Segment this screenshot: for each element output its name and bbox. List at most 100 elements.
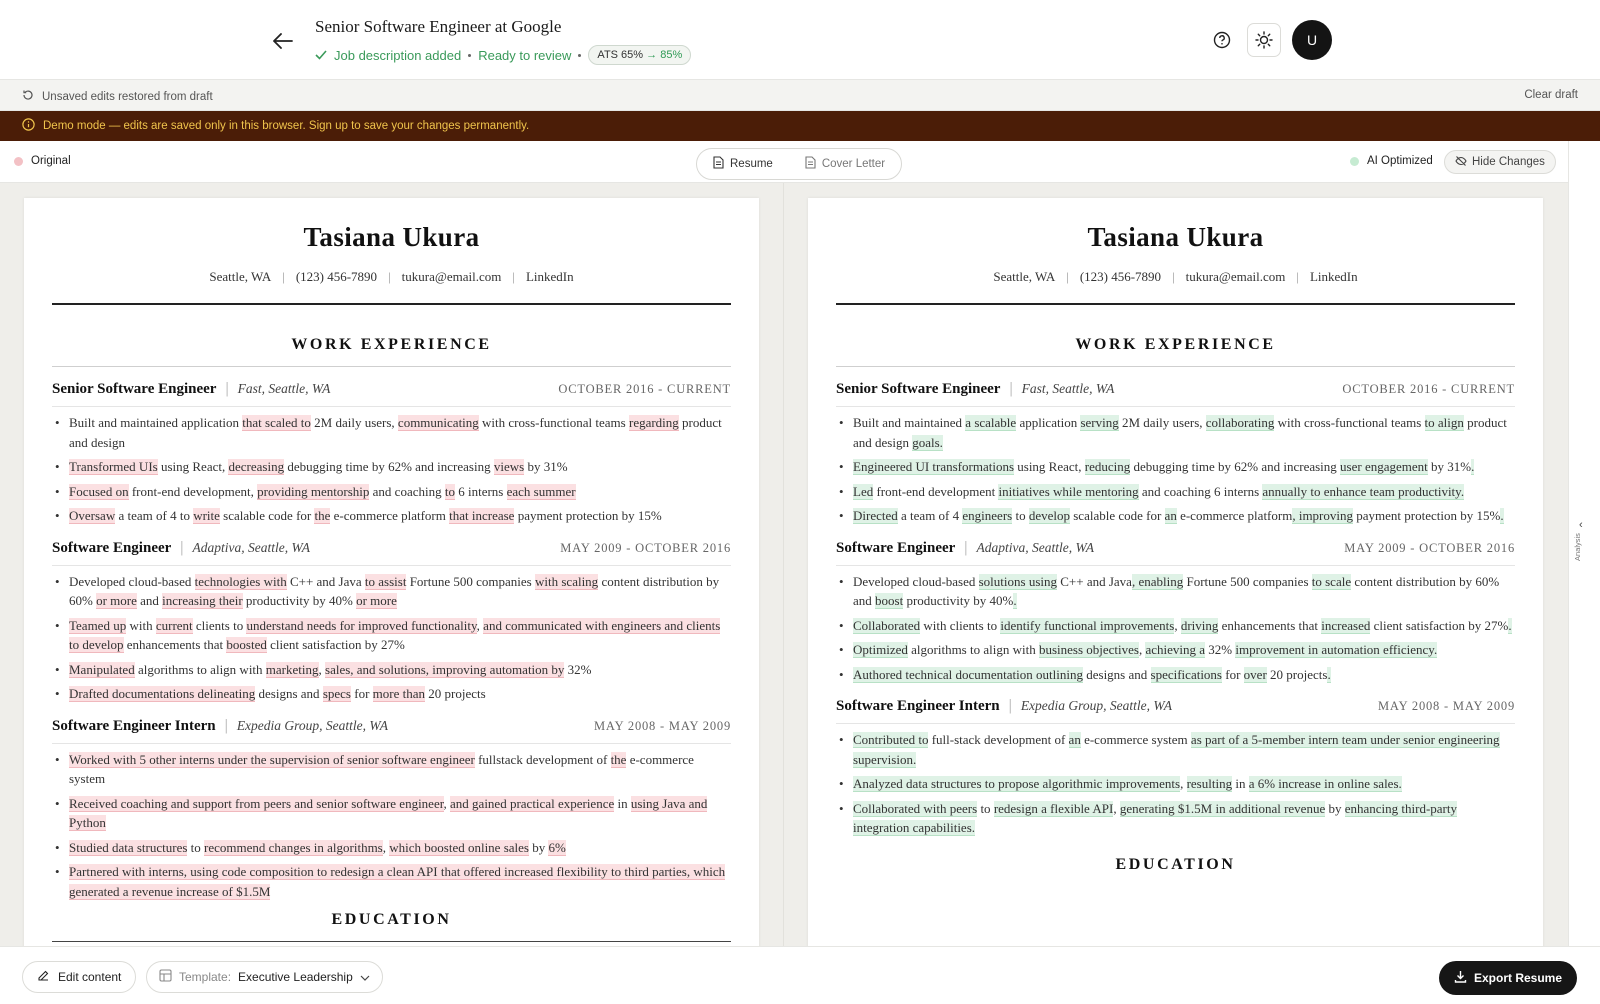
job-company: Expedia Group, Seattle, WA xyxy=(1020,698,1172,713)
bullet-text: 32% xyxy=(1205,642,1236,657)
contact-phone: (123) 456-7890 xyxy=(295,269,378,284)
removed-text: 6% xyxy=(548,839,566,856)
added-text: Collaborated xyxy=(853,617,921,634)
added-text: boost xyxy=(875,593,904,609)
bullet-text: debugging time by 62% and increasing xyxy=(1130,459,1341,474)
bullet-text: algorithms to align with xyxy=(907,642,1039,657)
bullet-text: clients to xyxy=(192,617,247,633)
bullet-text: enhancements that xyxy=(1218,617,1322,633)
bullet-text: 20 projects xyxy=(425,686,486,701)
back-arrow-icon[interactable] xyxy=(270,28,296,54)
bullet-text: designs and xyxy=(255,686,323,701)
job-bullets: Built and maintained a scalable applicat… xyxy=(836,413,1515,526)
check-icon xyxy=(315,48,327,63)
removed-text: Teamed up xyxy=(69,617,127,634)
original-pane: Tasiana Ukura Seattle, WA | (123) 456-7890… xyxy=(0,183,784,946)
added-text: an xyxy=(1164,508,1177,524)
removed-text: Transformed UIs xyxy=(69,459,158,475)
compare-toolbar: Original Resume Cover Letter AI Optimize… xyxy=(0,141,1568,183)
ats-arrow: → xyxy=(646,49,658,61)
hide-changes-button[interactable]: Hide Changes xyxy=(1444,150,1556,174)
contact-phone: (123) 456-7890 xyxy=(1079,269,1162,284)
bullet-text: scalable code for xyxy=(219,508,315,523)
template-select[interactable]: Template: Executive Leadership xyxy=(146,961,383,993)
bullet-text: payment protection by 15% xyxy=(514,508,662,523)
edit-content-button[interactable]: Edit content xyxy=(22,961,137,993)
export-resume-button[interactable]: Export Resume xyxy=(1439,961,1577,995)
avatar[interactable]: U xyxy=(1292,20,1332,60)
job-dates: MAY 2009 - OCTOBER 2016 xyxy=(1344,540,1515,555)
help-icon[interactable] xyxy=(1205,23,1239,57)
page-title: Senior Software Engineer at Google xyxy=(315,17,562,36)
draft-bar: Unsaved edits restored from draft Clear … xyxy=(0,80,1600,111)
removed-text: Partnered with interns, using code compo… xyxy=(69,864,726,900)
bullet-text: productivity by 40% xyxy=(242,593,357,608)
analysis-label: Analysis xyxy=(1573,533,1582,561)
job-bullet: Partnered with interns, using code compo… xyxy=(52,862,731,901)
template-icon xyxy=(159,969,172,985)
analysis-rail[interactable]: ‹ Analysis xyxy=(1568,141,1600,946)
clear-draft-button[interactable]: Clear draft xyxy=(1524,89,1578,101)
removed-text: Studied data structures xyxy=(69,839,188,856)
job-bullet: Developed cloud-based technologies with … xyxy=(52,572,731,611)
header-rule xyxy=(836,303,1515,305)
original-jobs: Senior Software Engineer | Fast, Seattle, … xyxy=(52,380,731,901)
job-title: Software Engineer xyxy=(52,539,172,556)
added-text: develop xyxy=(1028,508,1070,524)
added-text: collaborating xyxy=(1205,415,1275,431)
original-resume: Tasiana Ukura Seattle, WA | (123) 456-7890… xyxy=(24,198,759,946)
removed-text: increasing their xyxy=(162,593,243,609)
status-row: Job description added Ready to review AT… xyxy=(315,45,692,65)
job-bullet: Received coaching and support from peers… xyxy=(52,794,731,833)
job-company: Expedia Group, Seattle, WA xyxy=(236,717,388,733)
chevron-left-icon[interactable]: ‹ xyxy=(1579,519,1583,531)
removed-text: or more xyxy=(96,593,137,609)
added-text: Optimized xyxy=(853,642,908,658)
tab-cover-letter[interactable]: Cover Letter xyxy=(789,156,901,172)
job-bullet: Studied data structures to recommend cha… xyxy=(52,838,731,858)
bullet-text: 20 projects xyxy=(1266,666,1328,682)
added-text: over xyxy=(1243,666,1267,683)
optimized-jobs: Senior Software Engineer | Fast, Seattle, … xyxy=(836,380,1515,838)
added-text: initiatives while mentoring xyxy=(998,483,1139,500)
job-company: Fast, Seattle, WA xyxy=(237,381,331,396)
job-title-group: Software Engineer | Adaptiva, Seattle, WA xyxy=(52,539,310,557)
job-title-group: Senior Software Engineer | Fast, Seattle, … xyxy=(52,380,330,398)
original-dot xyxy=(14,156,23,166)
ai-dot xyxy=(1350,156,1359,166)
hide-changes-label: Hide Changes xyxy=(1472,156,1545,168)
bullet-text: productivity by 40% xyxy=(903,593,1014,608)
eye-off-icon xyxy=(1455,155,1467,169)
job-title-group: Software Engineer Intern | Expedia Group, … xyxy=(52,717,388,735)
job-header: Software Engineer | Adaptiva, Seattle, WA M… xyxy=(52,539,731,566)
optimized-pane: Tasiana Ukura Seattle, WA | (123) 456-7890… xyxy=(784,183,1568,946)
added-text: a 6% increase in online sales. xyxy=(1248,776,1402,792)
header-rule xyxy=(52,303,731,305)
bullet-text: 32% xyxy=(564,661,592,677)
tab-resume[interactable]: Resume xyxy=(697,156,789,172)
bullet-text: enhancements that xyxy=(123,637,227,652)
job-bullets: Developed cloud-based solutions using C+… xyxy=(836,572,1515,685)
bullet-text: with xyxy=(126,617,156,633)
job-bullet: Authored technical documentation outlini… xyxy=(836,665,1515,685)
removed-text: the xyxy=(610,751,627,768)
job-bullet: Drafted documentations delineating desig… xyxy=(52,684,731,704)
theme-toggle-sun-icon[interactable] xyxy=(1247,23,1281,57)
bullet-text: front-end development xyxy=(873,483,999,499)
job-bullets: Worked with 5 other interns under the su… xyxy=(52,750,731,902)
ai-optimized-text: AI Optimized xyxy=(1367,155,1433,167)
ai-optimized-label: AI Optimized xyxy=(1350,155,1433,167)
bullet-text: in xyxy=(1232,776,1249,791)
bullet-text: by xyxy=(528,839,549,855)
job-bullet: Oversaw a team of 4 to write scalable co… xyxy=(52,506,731,526)
title-separator: | xyxy=(225,380,229,397)
job-bullet: Focused on front-end development, provid… xyxy=(52,482,731,502)
bullet-text: scalable code for xyxy=(1069,508,1165,523)
ats-new: 85% xyxy=(660,49,683,61)
job-bullet: Led front-end development initiatives wh… xyxy=(836,482,1515,502)
job-bullet: Optimized algorithms to align with busin… xyxy=(836,640,1515,660)
bullet-text: client satisfaction by 27% xyxy=(1370,617,1509,633)
section-work-experience: WORK EXPERIENCE xyxy=(52,336,731,367)
bullet-text: C++ and Java xyxy=(1057,573,1132,589)
removed-text: specs xyxy=(322,686,351,702)
